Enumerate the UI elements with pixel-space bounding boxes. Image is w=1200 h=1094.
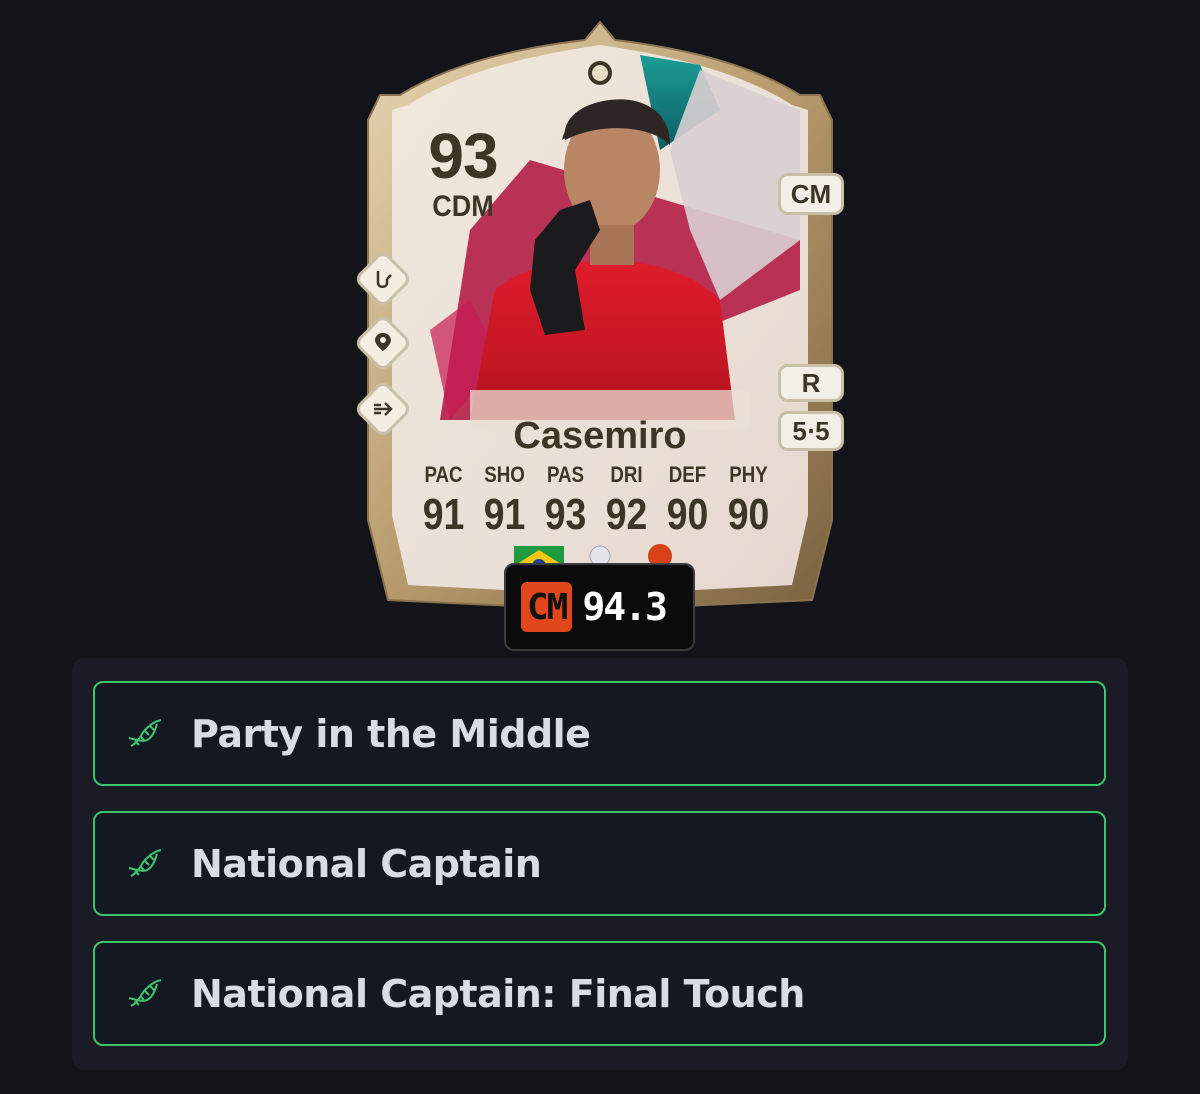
stats-row: PAC 91 SHO 91 PAS 93 DRI 92 DEF 90 PHY 9…	[413, 462, 779, 540]
pill-position: CM	[521, 582, 573, 632]
stat-value: 91	[483, 490, 526, 539]
card-rating-block: 93 CDM	[418, 124, 508, 224]
stat-value: 93	[544, 490, 587, 539]
preferred-foot-label: R	[801, 367, 821, 398]
playstyle-item[interactable]: Party in the Middle	[93, 681, 1106, 786]
stat-label: PAS	[546, 462, 585, 487]
playstyle-item[interactable]: National Captain	[93, 811, 1106, 916]
stat-dri: DRI 92	[596, 462, 657, 540]
alt-position-badge: CM	[778, 173, 844, 215]
stat-label: DRI	[610, 462, 643, 487]
stat-value: 90	[727, 490, 770, 539]
dna-icon	[128, 848, 162, 877]
stat-label: PHY	[729, 462, 768, 487]
playstyle-label: National Captain	[191, 841, 542, 886]
stat-pac: PAC 91	[413, 462, 474, 540]
stat-label: SHO	[484, 462, 525, 487]
stat-value: 90	[666, 490, 709, 539]
pill-rating-value: 94.3	[582, 585, 668, 629]
stat-sho: SHO 91	[474, 462, 535, 540]
preferred-foot-badge: R	[778, 364, 844, 402]
playstyle-item[interactable]: National Captain: Final Touch	[93, 941, 1106, 1046]
alt-position-label: CM	[790, 178, 832, 209]
stat-def: DEF 90	[657, 462, 718, 540]
stat-label: DEF	[668, 462, 707, 487]
stat-label: PAC	[424, 462, 463, 487]
playstyle-label: Party in the Middle	[191, 711, 591, 756]
stat-value: 92	[605, 490, 648, 539]
dna-icon	[128, 718, 162, 747]
primary-position: CDM	[432, 190, 494, 223]
player-card[interactable]	[0, 0, 1200, 660]
stat-value: 91	[422, 490, 465, 539]
overall-rating: 93	[428, 120, 498, 192]
stat-phy: PHY 90	[718, 462, 779, 540]
player-name: Casemiro	[513, 415, 687, 457]
skills-weakfoot-label: 5⋅5	[792, 415, 830, 446]
skills-weakfoot-badge: 5⋅5	[778, 411, 844, 451]
position-rating-pill: CM 94.3	[504, 563, 695, 651]
dna-icon	[128, 978, 162, 1007]
stat-pas: PAS 93	[535, 462, 596, 540]
playstyle-label: National Captain: Final Touch	[191, 971, 805, 1016]
